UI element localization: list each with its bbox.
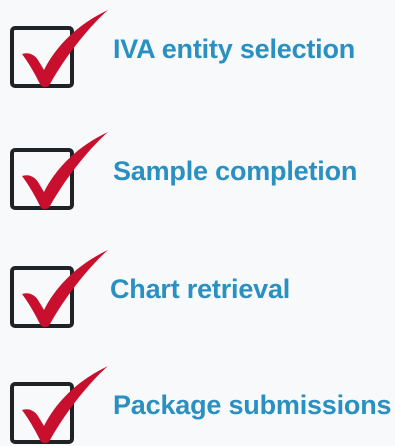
checklist-item: Chart retrieval: [0, 240, 395, 330]
checklist-item: Package submissions: [0, 356, 395, 446]
checklist-item: IVA entity selection: [0, 0, 395, 90]
checklist-item: Sample completion: [0, 122, 395, 212]
checklist-item-label: Chart retrieval: [110, 274, 291, 304]
checked-checkbox-icon: [8, 248, 112, 330]
checklist-item-label: Sample completion: [113, 156, 358, 186]
checked-checkbox-icon: [8, 130, 112, 212]
checklist-item-label: IVA entity selection: [113, 34, 356, 64]
checklist-item-label: Package submissions: [113, 390, 392, 420]
checked-checkbox-icon: [8, 364, 112, 446]
checked-checkbox-icon: [8, 8, 112, 90]
